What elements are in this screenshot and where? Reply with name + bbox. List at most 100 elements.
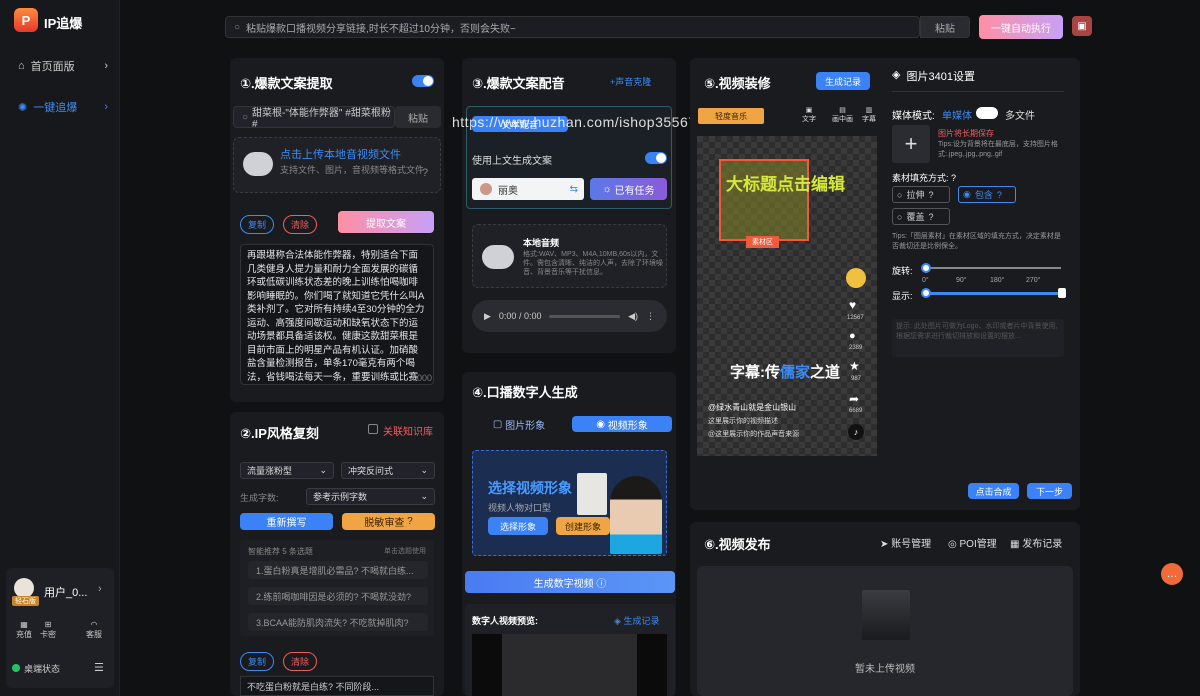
style-select[interactable]: 流量涨粉型 ⌄	[240, 462, 334, 479]
layers-icon: ◈	[892, 69, 901, 81]
records-button[interactable]: 生成记录	[816, 72, 870, 90]
user-name[interactable]: 用户_0...	[44, 584, 87, 600]
local-audio-title: 本地音频	[523, 238, 560, 248]
menu-icon[interactable]: ☰	[94, 661, 104, 674]
media-mode-label: 媒体模式:	[892, 111, 935, 122]
rotate-slider[interactable]	[925, 267, 1061, 269]
display-slider[interactable]	[925, 292, 1061, 295]
help-icon[interactable]: ?	[422, 167, 428, 179]
format-tips: Tips:设为背景将在最底层，支持图片格式:.jpeg,.jpg,.png,.g…	[938, 141, 1058, 158]
link-input[interactable]: ○ 粘贴爆款口播视频分享链接,时长不超过10分钟，否则会失败~	[225, 16, 920, 38]
tab-video[interactable]: ◉ 视频形象	[572, 416, 672, 432]
tab-image[interactable]: ▢ 图片形象	[472, 416, 566, 432]
clipboard-icon[interactable]: ▣	[1072, 16, 1092, 36]
paste-button[interactable]: 粘贴	[395, 106, 441, 128]
sidebar-item-label: 首页面版	[30, 61, 75, 73]
avatar	[846, 268, 866, 288]
fill-contain[interactable]: ◉ 包含?	[958, 186, 1016, 203]
sidebar-item-label: 一键追爆	[33, 102, 78, 114]
avatar-thumbnail	[577, 473, 607, 515]
search-icon: ○	[242, 111, 249, 123]
compose-button[interactable]: 点击合成	[968, 483, 1019, 499]
chevron-down-icon: ⌄	[420, 465, 428, 475]
clear-button[interactable]: 清除	[283, 215, 318, 234]
desc-text: 这里展示你的视频描述	[708, 418, 778, 425]
grid-icon: ▦	[1010, 539, 1020, 550]
pip-tool[interactable]: ▤ 画中画	[832, 106, 853, 124]
extracted-text[interactable]: 再跟堪称合法体能作弊器，特别适合下面几类健身人提力量和耐力全面发展的碳循环或低碳…	[240, 244, 434, 385]
poi-button[interactable]: ◎ POI管理	[948, 535, 997, 550]
chevron-down-icon: ⌄	[319, 465, 327, 475]
voice-select[interactable]: 丽奥 ⇆	[472, 178, 584, 200]
divider	[892, 91, 1064, 92]
records-link[interactable]: ◈ 生成记录	[614, 614, 659, 627]
cloud-upload-icon	[243, 152, 273, 176]
kb-label[interactable]: 关联知识库	[383, 423, 433, 438]
media-mode-toggle[interactable]	[976, 107, 998, 119]
avatar[interactable]	[14, 578, 34, 598]
panel-title: ⑤.视频装修	[704, 76, 771, 91]
display-handle[interactable]	[921, 288, 931, 298]
sidebar-item-home[interactable]: ⌂ 首页面版 ›	[18, 58, 108, 74]
sidebar-item-chase[interactable]: ✺ 一键追爆 ›	[18, 99, 108, 115]
add-image-button[interactable]: +	[892, 125, 930, 163]
status-dot	[12, 664, 20, 672]
hook-select[interactable]: 冲突反问式 ⌄	[341, 462, 435, 479]
topic-item[interactable]: 2.练前喝咖啡因是必须的? 不喝就没劲?	[248, 587, 428, 605]
headset-icon: ◠	[90, 620, 98, 629]
local-audio-sub: 格式:WAV、MP3、M4A,10MB,60s以内，文件。需包含清晰、纯洁的人声…	[523, 251, 663, 276]
rewrite-button[interactable]: 重新撰写	[240, 513, 333, 530]
generate-video-button[interactable]: 生成数字视频 ⓘ	[465, 571, 675, 593]
fill-cover[interactable]: ○ 覆盖?	[892, 208, 950, 225]
music-tag[interactable]: 轻度音乐	[698, 108, 764, 124]
topic-item[interactable]: 1.蛋白粉真是增肌必需品? 不喝就白练...	[248, 561, 428, 579]
caption-icon: ▥	[865, 107, 873, 114]
support-button[interactable]: ◠ 客服	[86, 620, 102, 640]
next-button[interactable]: 下一步	[1027, 483, 1072, 499]
publish-records-button[interactable]: ▦ 发布记录	[1010, 535, 1062, 550]
voice-clone-button[interactable]: +声音克隆	[610, 75, 651, 88]
chevron-right-icon[interactable]: ›	[98, 583, 102, 595]
panel-title: ③.爆款文案配音	[472, 76, 565, 91]
text-tool[interactable]: ▣ 文字	[802, 106, 816, 124]
choose-avatar-button[interactable]: 选择形象	[488, 517, 548, 535]
big-title[interactable]: 大标题点击编辑	[726, 170, 845, 195]
link-field[interactable]: ○ 甜菜根-"体能作弊器" #甜菜根粉 #	[233, 106, 395, 130]
pin-icon: ◎	[948, 539, 957, 550]
caption-tool[interactable]: ▥ 字幕	[862, 106, 876, 124]
account-button[interactable]: ➤ 账号管理	[880, 535, 931, 550]
multi-file-label[interactable]: 多文件	[1005, 107, 1035, 122]
rotate-handle[interactable]	[921, 263, 931, 273]
rewrite-text[interactable]: 不吃蛋白粉就是白练? 不同阶段...	[240, 676, 434, 696]
cloud-upload-icon	[482, 245, 514, 269]
recharge-button[interactable]: ▦ 充值	[16, 620, 32, 640]
extract-button[interactable]: 提取文案	[338, 211, 434, 233]
create-avatar-button[interactable]: 创建形象	[556, 517, 610, 535]
auto-run-button[interactable]: 一键自动执行	[979, 15, 1063, 39]
chevron-down-icon: ⌄	[420, 491, 428, 501]
single-media-label[interactable]: 单媒体	[942, 107, 972, 122]
display-label: 显示:	[892, 291, 913, 301]
clear-button[interactable]: 清除	[283, 652, 318, 671]
copy-button[interactable]: 复制	[240, 215, 275, 234]
chat-icon[interactable]: …	[1161, 563, 1183, 585]
paste-button[interactable]: 粘贴	[920, 16, 970, 38]
card-button[interactable]: ⊞ 卡密	[40, 620, 56, 640]
word-count-select[interactable]: 参考示例字数 ⌄	[306, 488, 435, 505]
fill-stretch[interactable]: ○ 拉伸?	[892, 186, 950, 203]
use-above-toggle[interactable]	[645, 152, 667, 164]
hint-box[interactable]: 提示: 此处图片可做为Logo、水印或者片中背景使用,根据您需求进行裁切排放和设…	[892, 319, 1064, 357]
empty-box-icon	[862, 590, 910, 640]
task-button[interactable]: ☼ 已有任务	[590, 178, 667, 200]
topic-item[interactable]: 3.BCAA能防肌肉流失? 不吃就掉肌肉?	[248, 613, 428, 631]
copy-button[interactable]: 复制	[240, 652, 275, 671]
user-badge: 轻石版	[12, 596, 39, 606]
audio-time: 0:00 / 0:00	[498, 311, 542, 321]
audio-player[interactable]: ▶ 0:00 / 0:00 ◀) ⋮	[472, 300, 667, 332]
extract-toggle[interactable]	[412, 75, 434, 87]
heart-icon: ♥	[849, 298, 857, 312]
panel-title: ④.口播数字人生成	[472, 385, 578, 400]
sensitive-check-button[interactable]: 脱敏审查 ?	[342, 513, 435, 530]
kb-checkbox[interactable]	[368, 424, 378, 434]
subtitle-text[interactable]: 字幕:传儒家之道	[730, 361, 840, 382]
